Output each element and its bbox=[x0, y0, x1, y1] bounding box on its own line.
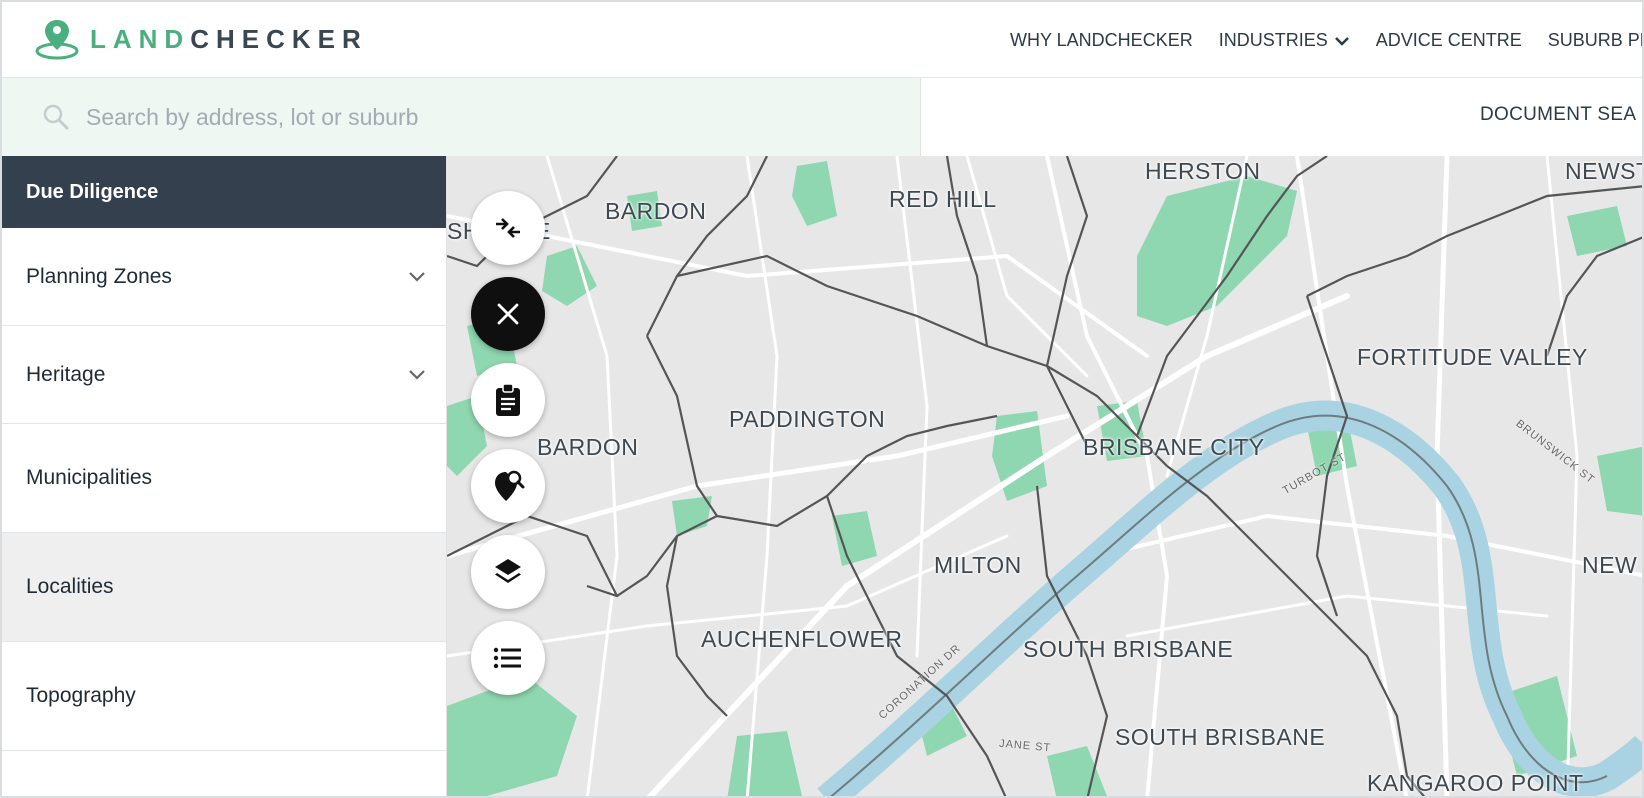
report-button[interactable] bbox=[471, 363, 545, 437]
search-icon bbox=[43, 104, 69, 130]
legend-list-button[interactable] bbox=[471, 621, 545, 695]
nav-industries[interactable]: INDUSTRIES bbox=[1219, 30, 1350, 51]
chevron-down-icon bbox=[1334, 36, 1349, 46]
sidebar-item-label: Topography bbox=[26, 684, 136, 707]
nav-why-landchecker[interactable]: WHY LANDCHECKER bbox=[1010, 30, 1193, 51]
locality-label-bardon: BARDON bbox=[537, 434, 639, 460]
locality-label-fortitude-valley: FORTITUDE VALLEY bbox=[1357, 344, 1588, 370]
locality-label-south-brisbane-2: SOUTH BRISBANE bbox=[1115, 724, 1326, 750]
nav-advice-centre[interactable]: ADVICE CENTRE bbox=[1376, 30, 1522, 51]
logo-part-land: LAND bbox=[90, 24, 191, 54]
sidebar-item-localities[interactable]: Localities bbox=[2, 533, 446, 642]
sidebar-item-heritage[interactable]: Heritage bbox=[2, 326, 446, 424]
parks-layer bbox=[447, 161, 1642, 796]
landchecker-logo[interactable]: LANDCHECKER bbox=[32, 18, 368, 60]
nav-label: INDUSTRIES bbox=[1218, 30, 1328, 50]
map-layers-button[interactable] bbox=[471, 535, 545, 609]
locality-label-bardon-north: BARDON bbox=[605, 198, 707, 224]
collapse-panel-button[interactable] bbox=[471, 191, 545, 265]
logo-part-checker: CHECKER bbox=[190, 24, 368, 54]
address-search-input[interactable] bbox=[86, 103, 686, 131]
app-window: LANDCHECKER WHY LANDCHECKER INDUSTRIES A… bbox=[0, 0, 1644, 798]
sidebar-item-label: Heritage bbox=[26, 362, 106, 386]
chevron-down-icon bbox=[409, 369, 425, 380]
locality-label-herston: HERSTON bbox=[1145, 158, 1261, 184]
chevron-down-icon bbox=[409, 271, 425, 282]
location-search-button[interactable] bbox=[471, 449, 545, 523]
top-header: LANDCHECKER WHY LANDCHECKER INDUSTRIES A… bbox=[2, 2, 1644, 78]
nav-label: ADVICE CENTRE bbox=[1375, 30, 1522, 50]
close-panel-button[interactable] bbox=[471, 277, 545, 351]
map-canvas[interactable]: HERSTON NEWST RED HILL BARDON SH E PADDI… bbox=[447, 156, 1644, 796]
locality-label-newstead: NEWST bbox=[1565, 158, 1644, 184]
search-container bbox=[2, 78, 921, 156]
clipboard-icon bbox=[496, 383, 520, 416]
locality-label-new-farm: NEW bbox=[1582, 552, 1638, 578]
locality-label-brisbane-city: BRISBANE CITY bbox=[1083, 434, 1265, 460]
sidebar-item-planning-zones[interactable]: Planning Zones bbox=[2, 228, 446, 326]
search-bar-row: DOCUMENT SEA bbox=[2, 78, 1642, 156]
sidebar-item-label: Municipalities bbox=[26, 466, 153, 489]
collapse-icon bbox=[496, 218, 520, 238]
nav-label: WHY LANDCHECKER bbox=[1010, 30, 1193, 50]
locality-label-milton: MILTON bbox=[934, 552, 1022, 578]
locality-label-auchenflower: AUCHENFLOWER bbox=[701, 626, 903, 652]
map-base-layer bbox=[447, 156, 1642, 796]
sidebar-item-topography[interactable]: Topography bbox=[2, 642, 446, 751]
map-pin-logo-icon bbox=[35, 20, 79, 60]
locality-label-south-brisbane: SOUTH BRISBANE bbox=[1023, 636, 1234, 662]
locality-label-kangaroo-point: KANGAROO POINT bbox=[1367, 770, 1584, 796]
layers-icon bbox=[495, 559, 521, 583]
sidebar-item-label: Planning Zones bbox=[26, 264, 172, 288]
layers-sidebar: Due Diligence Planning Zones Heritage Mu… bbox=[2, 156, 447, 796]
sidebar-item-municipalities[interactable]: Municipalities bbox=[2, 424, 446, 533]
sidebar-item-label: Localities bbox=[26, 575, 114, 598]
nav-label: SUBURB PR bbox=[1547, 30, 1644, 50]
location-search-icon bbox=[495, 470, 525, 501]
locality-label-red-hill: RED HILL bbox=[889, 186, 997, 212]
nav-suburb-profiles[interactable]: SUBURB PR bbox=[1547, 30, 1644, 51]
logo-wordmark: LANDCHECKER bbox=[90, 26, 368, 52]
close-icon bbox=[497, 303, 519, 325]
list-icon bbox=[493, 647, 521, 669]
locality-label-paddington: PADDINGTON bbox=[729, 406, 886, 432]
sidebar-header-due-diligence[interactable]: Due Diligence bbox=[2, 156, 446, 228]
document-search-link[interactable]: DOCUMENT SEA bbox=[1480, 104, 1636, 126]
main-nav: WHY LANDCHECKER INDUSTRIES ADVICE CENTRE… bbox=[1010, 30, 1644, 51]
